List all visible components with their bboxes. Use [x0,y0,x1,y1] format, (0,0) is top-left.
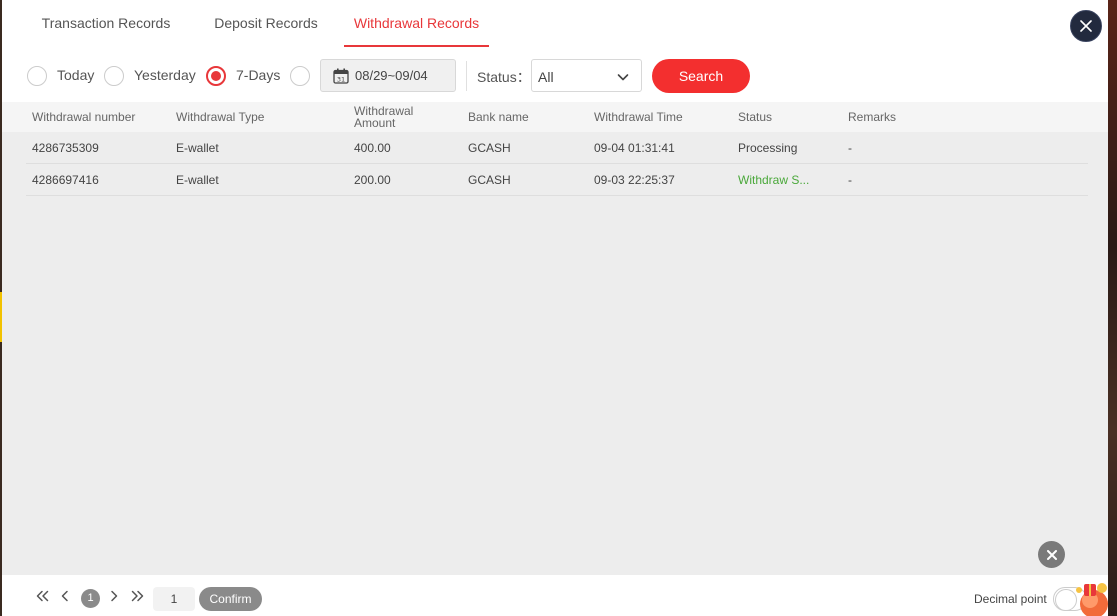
double-chevron-left-icon [36,590,49,601]
decimal-point-label: Decimal point [974,592,1047,606]
floating-close-button[interactable] [1038,541,1065,568]
cell-remarks: - [848,141,852,155]
header-withdrawal-number: Withdrawal number [32,110,136,124]
chevron-down-icon [617,74,629,81]
tab-transaction-records[interactable]: Transaction Records [41,0,171,47]
chevron-left-icon [61,590,68,601]
chevron-right-icon [111,590,118,601]
radio-today-label[interactable]: Today [57,67,94,83]
records-modal: Transaction Records Deposit Records With… [2,0,1108,616]
prev-page-button[interactable] [61,575,69,616]
date-range-value: 08/29~09/04 [355,68,428,83]
confirm-button[interactable]: Confirm [199,587,262,611]
header-bank-name: Bank name [468,110,529,124]
cell-bank: GCASH [468,173,511,187]
radio-today[interactable] [27,66,47,86]
header-amount-line2: Amount [354,116,396,130]
cell-status: Processing [738,141,798,155]
next-page-button[interactable] [110,575,118,616]
table-row: 4286697416 E-wallet 200.00 GCASH 09-03 2… [26,164,1088,196]
double-chevron-right-icon [131,590,144,601]
table-header: Withdrawal number Withdrawal Type Withdr… [2,102,1108,132]
filter-bar: Today Yesterday 7-Days 31 08/29~09/04 St… [2,47,1108,102]
filter-divider [466,61,467,91]
radio-yesterday[interactable] [104,66,124,86]
radio-yesterday-label[interactable]: Yesterday [134,67,196,83]
radio-7-days[interactable] [206,66,226,86]
cell-type: E-wallet [176,173,219,187]
header-withdrawal-type: Withdrawal Type [176,110,265,124]
cell-remarks: - [848,173,852,187]
last-page-button[interactable] [131,575,144,616]
cell-amount: 400.00 [354,141,391,155]
header-status: Status [738,110,773,124]
header-remarks: Remarks [848,110,897,124]
current-page[interactable]: 1 [81,589,100,608]
cell-number: 4286735309 [32,141,99,155]
tab-bar: Transaction Records Deposit Records With… [2,0,1108,47]
close-icon [1046,549,1057,560]
pagination-footer: 1 Confirm Decimal point [2,575,1108,616]
background-game-edge [1108,0,1117,616]
close-button[interactable] [1070,10,1102,42]
header-withdrawal-time: Withdrawal Time [594,110,683,124]
cell-status: Withdraw S... [738,173,810,187]
tab-withdrawal-records[interactable]: Withdrawal Records [344,0,489,47]
page-input[interactable] [153,587,195,611]
cell-bank: GCASH [468,141,511,155]
search-button[interactable]: Search [652,59,750,93]
withdrawal-table: Withdrawal number Withdrawal Type Withdr… [2,102,1108,196]
table-row: 4286735309 E-wallet 400.00 GCASH 09-04 0… [26,132,1088,164]
cell-amount: 200.00 [354,173,391,187]
radio-custom-range[interactable] [290,66,310,86]
radio-7-days-label[interactable]: 7-Days [236,67,280,83]
calendar-icon: 31 [333,68,349,84]
cell-time: 09-04 01:31:41 [594,141,675,155]
calendar-day: 31 [337,75,345,83]
tab-deposit-records[interactable]: Deposit Records [209,0,323,47]
promo-gift-icon[interactable] [1074,578,1110,616]
first-page-button[interactable] [36,575,49,616]
status-select[interactable]: All [531,59,642,92]
cell-time: 09-03 22:25:37 [594,173,675,187]
status-select-value: All [538,69,554,85]
cell-number: 4286697416 [32,173,99,187]
status-label: Status： [477,69,531,85]
close-icon [1080,20,1092,32]
date-range-picker[interactable]: 31 08/29~09/04 [320,59,456,92]
cell-type: E-wallet [176,141,219,155]
